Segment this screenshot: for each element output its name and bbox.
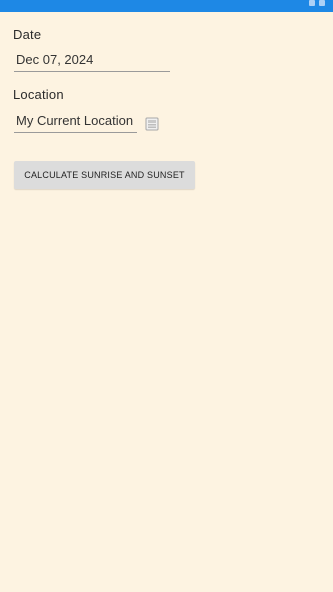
location-field[interactable]: My Current Location <box>14 111 137 133</box>
calculate-sunrise-sunset-button[interactable]: CALCULATE SUNRISE AND SUNSET <box>14 161 195 189</box>
location-label: Location <box>13 87 64 102</box>
date-label: Date <box>13 27 42 42</box>
signal-icon <box>309 0 315 6</box>
battery-icon <box>319 0 325 6</box>
status-bar <box>0 0 333 12</box>
date-field[interactable]: Dec 07, 2024 <box>14 50 170 72</box>
map-picker-icon[interactable] <box>145 116 159 131</box>
status-icons <box>309 0 325 8</box>
